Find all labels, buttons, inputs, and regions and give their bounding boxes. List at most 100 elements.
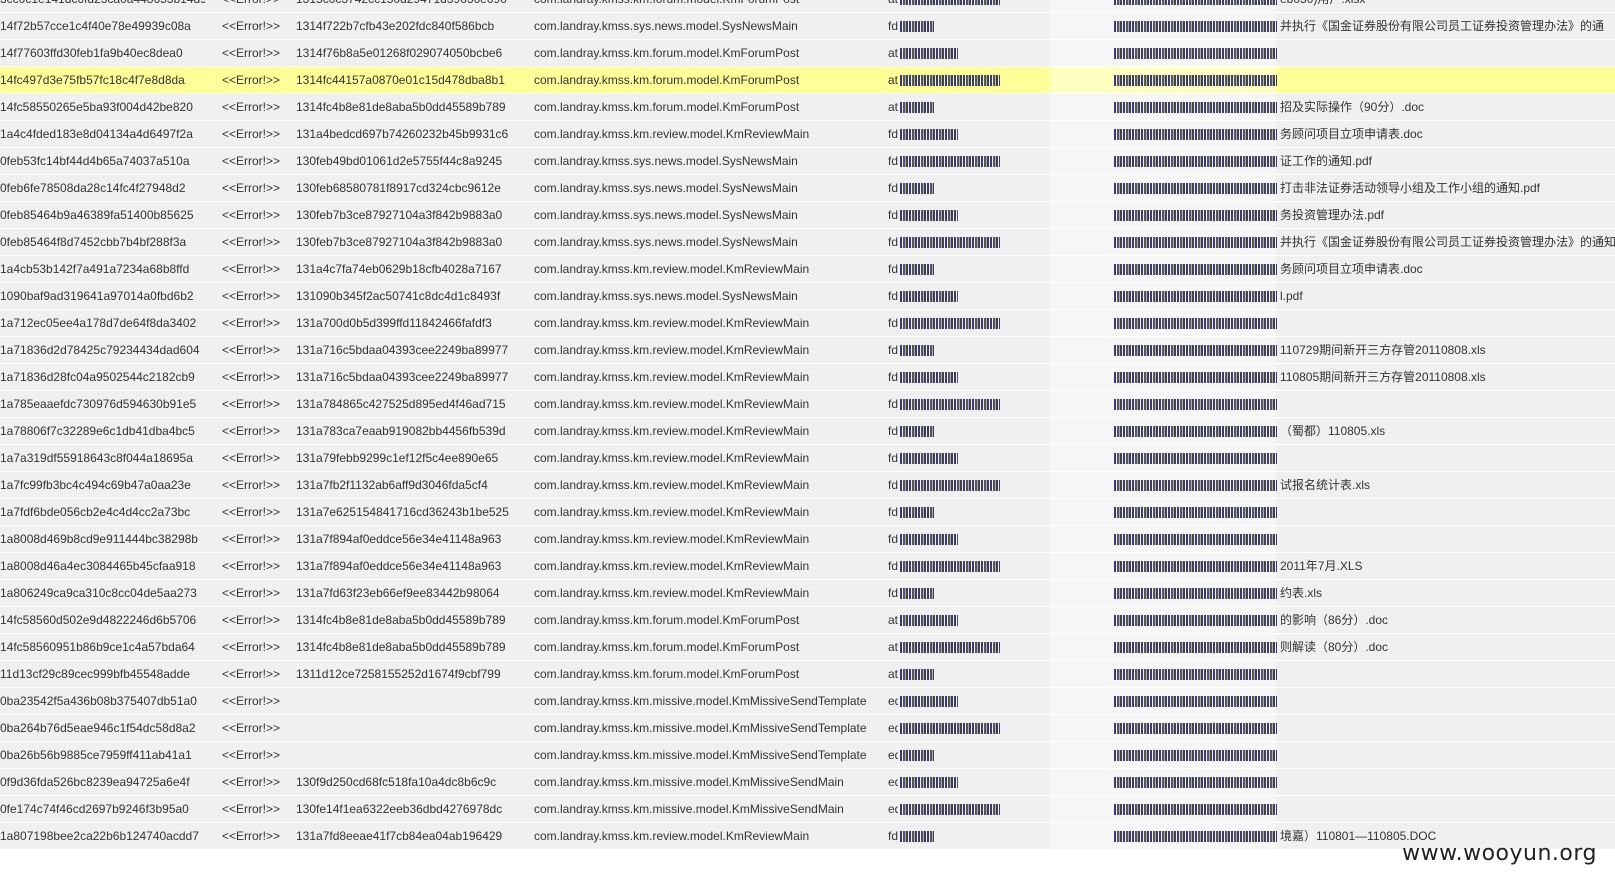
redaction-mask: [1114, 615, 1277, 626]
cell-foreign-id: 1314fc44157a0870e01c15d478dba8b1: [296, 73, 505, 87]
redacted-attribute-mask: [900, 13, 1000, 40]
cell-model-class: com.landray.kmss.km.missive.model.KmMiss…: [534, 721, 867, 735]
table-row[interactable]: 0feb85464b9a46389fa51400b85625 <<Error!>>…: [0, 202, 1615, 229]
table-row[interactable]: 0ba264b76d5eae946c1f54dc58d8a2 <<Error!>>…: [0, 715, 1615, 742]
cell-record-id: 1a4cb53b142f7a491a7234a68b8ffd: [0, 262, 190, 276]
redacted-attribute-mask: [900, 715, 1000, 742]
redacted-name-mask: [1114, 634, 1277, 661]
table-row[interactable]: 1a78806f7c32289e6c1db41dba4bc5 <<Error!>>…: [0, 418, 1615, 445]
redacted-name-mask: [1114, 472, 1277, 499]
redacted-name-mask: [1114, 256, 1277, 283]
cell-model-class: com.landray.kmss.km.review.model.KmRevie…: [534, 478, 810, 492]
table-row[interactable]: 0ba26b56b9885ce7959ff411ab41a1 <<Error!>>…: [0, 742, 1615, 769]
cell-model-class: com.landray.kmss.km.forum.model.KmForumP…: [534, 667, 800, 681]
table-row[interactable]: 1a785eaaefdc730976d594630b91e5 <<Error!>>…: [0, 391, 1615, 418]
redacted-attribute-mask: [900, 796, 1000, 823]
cell-file-name: [1280, 715, 1615, 742]
table-row[interactable]: 1a71836d28fc04a9502544c2182cb9 <<Error!>>…: [0, 364, 1615, 391]
table-row[interactable]: 1a712ec05ee4a178d7de64f8da3402 <<Error!>>…: [0, 310, 1615, 337]
cell-error: <<Error!>>: [222, 208, 281, 222]
table-row[interactable]: 1a71836d2d78425c79234434dad604 <<Error!>>…: [0, 337, 1615, 364]
cell-error: <<Error!>>: [222, 586, 281, 600]
table-row[interactable]: 0f9d36fda526bc8239ea94725a6e4f <<Error!>>…: [0, 769, 1615, 796]
table-row[interactable]: 1a8008d46a4ec3084465b45cfaa918 <<Error!>>…: [0, 553, 1615, 580]
table-row[interactable]: 1a8008d469b8cd9e911444bc38298b <<Error!>>…: [0, 526, 1615, 553]
cell-model-class: com.landray.kmss.km.review.model.KmRevie…: [534, 829, 810, 843]
data-grid: 3cc0c1e141dc6fd23ca0a448653b14d9 <<Error!…: [0, 0, 1615, 878]
redacted-name-mask: [1114, 715, 1277, 742]
table-row[interactable]: 14fc497d3e75fb57fc18c4f7e8d8da <<Error!>>…: [0, 67, 1615, 94]
cell-attribute: fd_2: [888, 370, 898, 384]
redacted-name-mask: [1114, 229, 1277, 256]
cell-file-name: [1280, 499, 1615, 526]
table-row[interactable]: 3cc0c1e141dc6fd23ca0a448653b14d9 <<Error!…: [0, 0, 1615, 13]
table-row[interactable]: 14fc58560d502e9d4822246d6b5706 <<Error!>>…: [0, 607, 1615, 634]
cell-error: <<Error!>>: [222, 640, 281, 654]
cell-foreign-id: 131a7fb2f1132ab6aff9d3046fda5cf4: [296, 478, 488, 492]
table-row[interactable]: 0feb6fe78508da28c14fc4f27948d2 <<Error!>>…: [0, 175, 1615, 202]
redacted-name-mask: [1114, 67, 1277, 94]
cell-file-name: 并执行《国金证券股份有限公司员工证券投资管理办法》的通: [1280, 19, 1605, 33]
cell-foreign-id: [296, 742, 520, 769]
redacted-attribute-mask: [900, 688, 1000, 715]
table-row[interactable]: 1a806249ca9ca310c8cc04de5aa273 <<Error!>>…: [0, 580, 1615, 607]
redaction-mask: [900, 237, 1000, 248]
table-row[interactable]: 1090baf9ad319641a97014a0fbd6b2 <<Error!>>…: [0, 283, 1615, 310]
cell-file-name: 110729期间新开三方存管20110808.xls: [1280, 343, 1486, 357]
redacted-attribute-mask: [900, 175, 1000, 202]
cell-record-id: 1a7a319df55918643c8f044a18695a: [0, 451, 193, 465]
cell-file-name: [1280, 742, 1615, 769]
cell-attribute: attac: [888, 100, 898, 114]
table-row[interactable]: 1a7fc99fb3bc4c494c69b47a0aa23e <<Error!>>…: [0, 472, 1615, 499]
redacted-attribute-mask: [900, 0, 1000, 13]
redaction-mask: [900, 318, 1000, 329]
cell-record-id: 0feb6fe78508da28c14fc4f27948d2: [0, 181, 186, 195]
redaction-mask: [900, 615, 958, 626]
cell-file-name: [1280, 391, 1615, 418]
redacted-attribute-mask: [900, 229, 1000, 256]
table-row[interactable]: 14fc58560951b86b9ce1c4a57bda64 <<Error!>>…: [0, 634, 1615, 661]
table-row[interactable]: 1a807198bee2ca22b6b124740acdd7 <<Error!>>…: [0, 823, 1615, 850]
cell-foreign-id: 131a716c5bdaa04393cee2249ba89977: [296, 343, 509, 357]
cell-attribute: edit: [888, 721, 898, 735]
cell-record-id: 1a78806f7c32289e6c1db41dba4bc5: [0, 424, 195, 438]
cell-record-id: 14fc58560d502e9d4822246d6b5706: [0, 613, 197, 627]
cell-attribute: attac: [888, 667, 898, 681]
table-row[interactable]: 1a7fdf6bde056cb2e4c4d4cc2a73bc <<Error!>>…: [0, 499, 1615, 526]
redacted-name-mask: [1114, 445, 1277, 472]
cell-foreign-id: 130feb68580781f8917cd324cbc9612e: [296, 181, 501, 195]
cell-model-class: com.landray.kmss.km.review.model.KmRevie…: [534, 559, 810, 573]
table-row[interactable]: 1a4c4fded183e8d04134a4d6497f2a <<Error!>>…: [0, 121, 1615, 148]
cell-model-class: com.landray.kmss.km.missive.model.KmMiss…: [534, 775, 844, 789]
cell-record-id: 0feb85464f8d7452cbb7b4bf288f3a: [0, 235, 187, 249]
redaction-mask: [900, 264, 934, 275]
cell-record-id: 1a7fc99fb3bc4c494c69b47a0aa23e: [0, 478, 191, 492]
cell-foreign-id: 130f9d250cd68fc518fa10a4dc8b6c9c: [296, 775, 497, 789]
table-row[interactable]: 14fc58550265e5ba93f004d42be820 <<Error!>>…: [0, 94, 1615, 121]
redacted-attribute-mask: [900, 634, 1000, 661]
table-row[interactable]: 0feb53fc14bf44d4b65a74037a510a <<Error!>>…: [0, 148, 1615, 175]
table-row[interactable]: 0feb85464f8d7452cbb7b4bf288f3a <<Error!>>…: [0, 229, 1615, 256]
redaction-mask: [900, 669, 934, 680]
cell-foreign-id: 131090b345f2ac50741c8dc4d1c8493f: [296, 289, 501, 303]
cell-model-class: com.landray.kmss.km.missive.model.KmMiss…: [534, 748, 867, 762]
redacted-attribute-mask: [900, 769, 1000, 796]
cell-file-name: [1280, 310, 1615, 337]
cell-record-id: 1090baf9ad319641a97014a0fbd6b2: [0, 289, 194, 303]
redacted-attribute-mask: [900, 661, 1000, 688]
table-row[interactable]: 14f72b57cce1c4f40e78e49939c08a <<Error!>>…: [0, 13, 1615, 40]
table-row[interactable]: 0fe174c74f46cd2697b9246f3b95a0 <<Error!>>…: [0, 796, 1615, 823]
redaction-mask: [1114, 21, 1277, 32]
table-row[interactable]: 1a4cb53b142f7a491a7234a68b8ffd <<Error!>>…: [0, 256, 1615, 283]
redaction-mask: [900, 480, 1000, 491]
table-row[interactable]: 14f77603ffd30feb1fa9b40ec8dea0 <<Error!>>…: [0, 40, 1615, 67]
cell-error: <<Error!>>: [222, 505, 281, 519]
cell-record-id: 1a4c4fded183e8d04134a4d6497f2a: [0, 127, 193, 141]
cell-error: <<Error!>>: [222, 802, 281, 816]
redacted-attribute-mask: [900, 310, 1000, 337]
table-row[interactable]: 0ba23542f5a436b08b375407db51a0 <<Error!>>…: [0, 688, 1615, 715]
table-row[interactable]: 11d13cf29c89cec999bfb45548adde <<Error!>>…: [0, 661, 1615, 688]
table-row[interactable]: 1a7a319df55918643c8f044a18695a <<Error!>>…: [0, 445, 1615, 472]
cell-attribute: fdAtt: [888, 289, 898, 303]
cell-file-name: 约表.xls: [1280, 586, 1323, 600]
